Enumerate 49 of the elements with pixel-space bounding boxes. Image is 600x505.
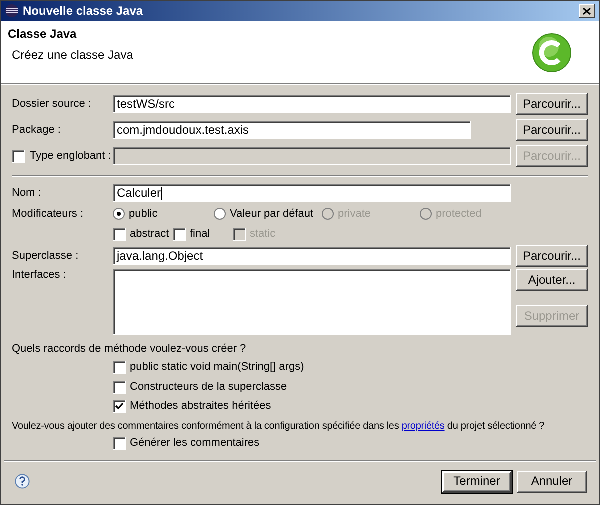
window-title: Nouvelle classe Java: [23, 4, 144, 18]
close-button[interactable]: [579, 4, 595, 18]
radio-label: protected: [436, 208, 482, 220]
field-label: Nom :: [12, 186, 42, 200]
radio-label: public: [129, 208, 158, 220]
checkbox[interactable]: [113, 437, 126, 450]
stubs-question: Quels raccords de méthode voulez-vous créer ?: [12, 343, 248, 356]
checkbox-label: Générer les commentaires: [130, 437, 260, 450]
superclass-field[interactable]: java.lang.Object: [113, 247, 511, 265]
dialog-button[interactable]: Annuler: [517, 470, 587, 492]
radio-button[interactable]: [214, 208, 226, 220]
checkbox[interactable]: [113, 361, 126, 374]
properties-link[interactable]: propriétés: [402, 420, 445, 432]
check-icon: [115, 402, 124, 412]
checkbox[interactable]: [173, 228, 186, 240]
checkbox-label: static: [250, 228, 276, 240]
checkbox-label: abstract: [130, 228, 170, 240]
help-icon[interactable]: [15, 474, 30, 489]
header-description: Créez une classe Java: [11, 49, 134, 62]
field-label: Type englobant :: [30, 150, 112, 162]
checkbox[interactable]: [113, 400, 126, 414]
browse-button[interactable]: Parcourir...: [516, 245, 588, 267]
field-label: Dossier source :: [12, 98, 92, 110]
browse-button[interactable]: Ajouter...: [516, 269, 588, 291]
close-icon: [583, 8, 591, 14]
radio-label: private: [338, 208, 372, 220]
field-label: Interfaces :: [12, 269, 68, 282]
class-icon: [532, 33, 572, 73]
checkbox-label: Méthodes abstraites héritées: [130, 400, 272, 414]
browse-button[interactable]: Parcourir...: [516, 119, 588, 141]
comments-question: Voulez-vous ajouter des commentaires conformément à la configuration spécifiée dans les propriétés du projet sélectionné ?: [12, 420, 545, 432]
header-title: Classe Java: [8, 28, 78, 41]
browse-button[interactable]: Parcourir...: [516, 93, 588, 115]
checkbox[interactable]: [113, 380, 126, 394]
text-field[interactable]: com.jmdoudoux.test.axis: [113, 121, 471, 139]
radio-button[interactable]: [113, 208, 125, 220]
interfaces-list[interactable]: [113, 269, 511, 335]
field-label: Package :: [12, 124, 61, 136]
checkbox-label: final: [190, 228, 210, 240]
checkbox[interactable]: [113, 228, 126, 240]
field-label: Superclasse :: [12, 250, 80, 262]
name-field[interactable]: Calculer: [113, 184, 511, 202]
radio-label: Valeur par défaut: [230, 208, 314, 220]
field-label: Modificateurs :: [12, 208, 85, 220]
dialog-button[interactable]: Terminer: [442, 470, 512, 492]
eclipse-icon: [5, 4, 19, 18]
checkbox-label: Constructeurs de la superclasse: [130, 380, 288, 394]
checkbox-label: public static void main(String[] args): [130, 361, 304, 374]
text-field[interactable]: testWS/src: [113, 95, 511, 113]
